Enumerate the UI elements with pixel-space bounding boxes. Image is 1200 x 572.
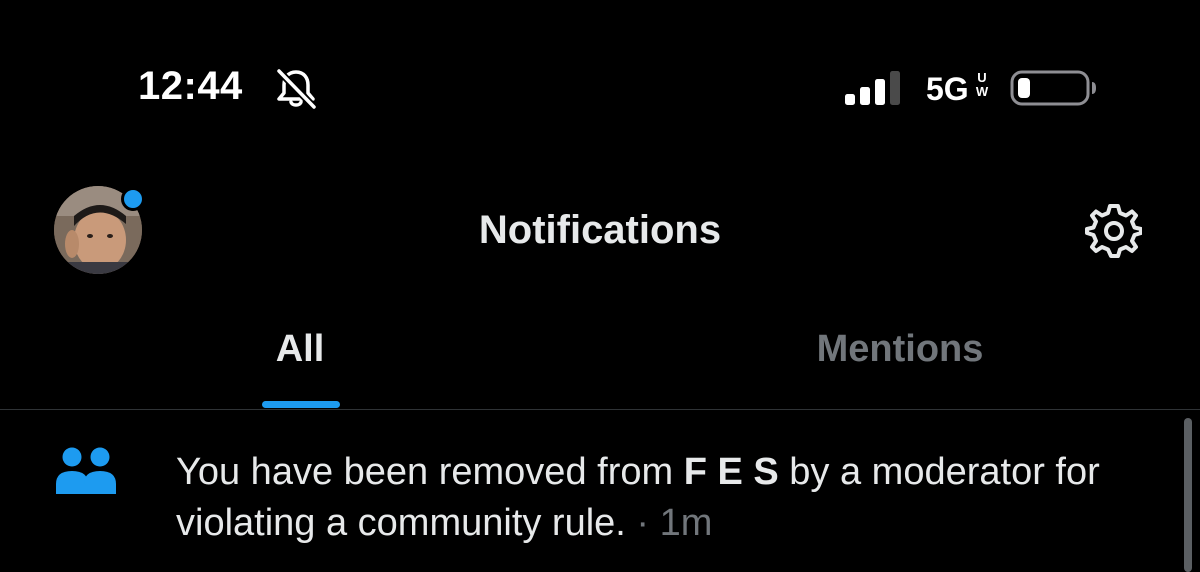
- tabs-divider: [0, 409, 1200, 410]
- network-label: 5G: [926, 71, 969, 107]
- notification-text: You have been removed from F E S by a mo…: [176, 447, 1166, 549]
- battery-icon: [1010, 70, 1096, 106]
- tab-all-label: All: [275, 328, 325, 370]
- page-title: Notifications: [478, 208, 722, 252]
- notifications-screen: 12:44 5G UW Notifications All Mentions Y…: [0, 0, 1200, 572]
- notification-time: 1m: [659, 502, 713, 544]
- network-superscript: UW: [975, 70, 989, 99]
- tab-all[interactable]: All: [0, 328, 600, 410]
- notification-text-before: You have been removed from: [176, 451, 684, 493]
- tab-mentions-label: Mentions: [816, 328, 984, 370]
- community-name[interactable]: F E S: [684, 451, 779, 493]
- notification-separator: ·: [625, 502, 660, 544]
- people-icon: [56, 447, 116, 494]
- gear-icon[interactable]: [1084, 202, 1142, 260]
- bell-slash-icon: [276, 68, 317, 110]
- signal-icon: [845, 71, 900, 105]
- scrollbar[interactable]: [1184, 418, 1192, 572]
- tab-mentions[interactable]: Mentions: [600, 328, 1200, 410]
- active-tab-indicator: [262, 401, 340, 408]
- status-time: 12:44: [138, 64, 243, 108]
